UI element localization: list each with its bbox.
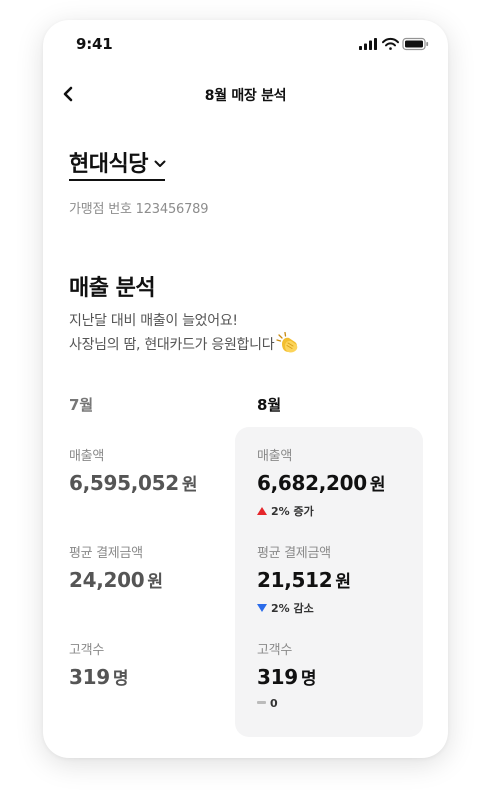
store-selector[interactable]: 현대식당 — [69, 146, 166, 181]
cur-sales-unit: 원 — [369, 475, 386, 495]
prev-avg-value-row: 24,200 원 — [69, 567, 163, 592]
analysis-description: 지난달 대비 매출이 늘었어요! 사장님의 땀, 현대카드가 응원합니다 — [69, 310, 300, 356]
cur-customers-change-text: 0 — [270, 697, 278, 710]
prev-customers-unit: 명 — [112, 669, 129, 689]
cur-customers-unit: 명 — [300, 669, 317, 689]
prev-sales-value: 6,595,052 — [69, 471, 179, 495]
decrease-triangle-icon — [257, 604, 267, 612]
cur-avg-change: 2% 감소 — [257, 600, 351, 616]
nav-bar: 8월 매장 분석 — [43, 78, 448, 110]
store-name: 현대식당 — [69, 152, 148, 177]
cur-sales-label: 매출액 — [257, 449, 292, 464]
cur-customers-value: 319 — [257, 665, 298, 689]
cur-sales-value-row: 6,682,200 원 — [257, 470, 386, 495]
store-name-underline — [69, 179, 165, 181]
status-icons — [359, 37, 431, 51]
cur-customers-change: 0 — [257, 697, 316, 710]
status-bar: 9:41 — [43, 20, 448, 70]
description-line-2: 사장님의 땀, 현대카드가 응원합니다 — [69, 331, 300, 356]
prev-customers-metric: 고객수 319 명 — [69, 639, 129, 689]
wifi-icon — [382, 37, 399, 50]
signal-icon — [359, 38, 377, 50]
phone-frame: 9:41 8월 매장 분석 현대식당 가맹점 번호 123456789 매출 분… — [43, 20, 448, 758]
prev-avg-label: 평균 결제금액 — [69, 546, 143, 561]
prev-sales-metric: 매출액 6,595,052 원 — [69, 445, 198, 495]
prev-avg-metric: 평균 결제금액 24,200 원 — [69, 542, 163, 592]
section-title: 매출 분석 — [69, 276, 156, 301]
status-time: 9:41 — [76, 35, 113, 53]
cur-customers-value-row: 319 명 — [257, 664, 317, 689]
no-change-dash-icon — [257, 701, 266, 704]
prev-sales-unit: 원 — [181, 475, 198, 495]
cur-sales-change: 2% 증가 — [257, 503, 385, 519]
cur-avg-value-row: 21,512 원 — [257, 567, 351, 592]
cur-avg-value: 21,512 — [257, 568, 333, 592]
cur-customers-metric: 고객수 319 명 0 — [257, 639, 317, 710]
prev-sales-label: 매출액 — [69, 449, 104, 464]
prev-sales-value-row: 6,595,052 원 — [69, 470, 198, 495]
prev-customers-value: 319 — [69, 665, 110, 689]
cur-sales-metric: 매출액 6,682,200 원 2% 증가 — [257, 445, 386, 519]
cur-avg-label: 평균 결제금액 — [257, 546, 331, 561]
clapping-hands-icon — [276, 331, 300, 354]
cur-sales-change-text: 2% 증가 — [271, 505, 314, 518]
cur-customers-label: 고객수 — [257, 643, 292, 658]
cur-sales-value: 6,682,200 — [257, 471, 367, 495]
prev-avg-value: 24,200 — [69, 568, 145, 592]
description-line-1: 지난달 대비 매출이 늘었어요! — [69, 313, 238, 329]
prev-customers-label: 고객수 — [69, 643, 104, 658]
battery-icon — [402, 37, 429, 51]
prev-customers-value-row: 319 명 — [69, 664, 129, 689]
prev-avg-unit: 원 — [147, 572, 163, 592]
cur-avg-change-text: 2% 감소 — [271, 602, 314, 615]
page-title: 8월 매장 분석 — [204, 88, 287, 104]
chevron-down-icon — [154, 153, 166, 172]
prev-month-label: 7월 — [69, 396, 94, 414]
cur-avg-metric: 평균 결제금액 21,512 원 2% 감소 — [257, 542, 351, 616]
description-line-2-text: 사장님의 땀, 현대카드가 응원합니다 — [69, 337, 275, 353]
increase-triangle-icon — [257, 507, 267, 515]
merchant-number: 가맹점 번호 123456789 — [69, 202, 209, 217]
cur-month-label: 8월 — [257, 396, 282, 414]
cur-avg-unit: 원 — [335, 572, 351, 592]
